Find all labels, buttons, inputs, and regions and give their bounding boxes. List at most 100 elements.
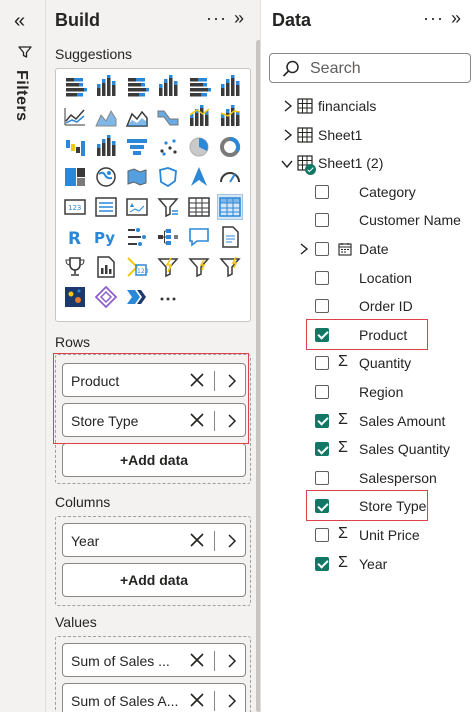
field-year[interactable]: Σ Year <box>261 551 474 577</box>
azure-map-icon[interactable] <box>187 165 211 189</box>
power-apps-icon[interactable]: 123 <box>125 255 149 279</box>
python-visual-icon[interactable]: Py <box>94 225 118 249</box>
metrics-icon[interactable] <box>187 255 211 279</box>
qa-icon[interactable] <box>187 225 211 249</box>
search-input[interactable]: Search <box>269 53 471 83</box>
stacked-column-icon[interactable] <box>94 74 118 99</box>
ribbon-icon[interactable] <box>156 105 180 129</box>
values-well[interactable]: Sum of Sales ... Sum of Sales A... <box>55 636 251 712</box>
scatter-icon[interactable] <box>156 135 180 159</box>
field-checkbox[interactable] <box>315 242 329 256</box>
remove-field-icon[interactable] <box>189 532 205 548</box>
field-checkbox[interactable] <box>315 413 329 428</box>
table-node-financials[interactable]: financials <box>261 93 474 119</box>
stacked-bar-icon[interactable] <box>63 75 87 99</box>
columns-well[interactable]: Year +Add data <box>55 516 251 606</box>
field-quantity[interactable]: Σ Quantity <box>261 350 474 376</box>
rows-add-data-button[interactable]: +Add data <box>62 443 246 477</box>
slicer-icon[interactable] <box>156 195 180 219</box>
funnel-icon[interactable] <box>125 135 149 159</box>
field-checkbox[interactable] <box>315 356 329 371</box>
pill-divider <box>214 531 215 551</box>
chevron-right-icon[interactable] <box>299 243 309 255</box>
clustered-column-icon[interactable] <box>156 74 180 99</box>
rows-highlight-box <box>53 353 249 444</box>
field-location[interactable]: Location <box>261 265 474 291</box>
line-clustered-column-icon[interactable] <box>187 104 211 129</box>
100-stacked-bar-icon[interactable] <box>187 75 211 99</box>
clustered-bar-icon[interactable] <box>125 75 149 99</box>
values-field-sum-of-sales-amount[interactable]: Sum of Sales A... <box>62 683 246 712</box>
key-influencers-icon[interactable] <box>125 225 149 249</box>
smart-narrative-icon[interactable] <box>218 225 242 249</box>
field-customer-name[interactable]: Customer Name <box>261 207 474 233</box>
table-icon[interactable] <box>187 195 211 219</box>
field-sales-quantity[interactable]: Σ Sales Quantity <box>261 436 474 462</box>
field-checkbox[interactable] <box>315 442 329 457</box>
search-icon <box>282 60 299 77</box>
values-field-sum-of-sales-quantity[interactable]: Sum of Sales ... <box>62 643 246 677</box>
area-chart-icon[interactable] <box>94 105 118 129</box>
filled-map-icon[interactable] <box>125 165 149 189</box>
pie-icon[interactable] <box>187 135 211 159</box>
multi-row-card-icon[interactable] <box>94 195 118 219</box>
matrix-icon[interactable] <box>217 194 243 220</box>
double-chevron-right-icon[interactable]: » <box>451 8 461 29</box>
field-checkbox[interactable] <box>315 270 329 285</box>
r-visual-icon[interactable]: R <box>63 225 87 249</box>
field-checkbox[interactable] <box>315 470 329 485</box>
more-options-icon[interactable]: ··· <box>206 8 227 29</box>
more-options-icon[interactable]: ··· <box>423 8 444 29</box>
double-chevron-left-icon[interactable]: « <box>14 10 25 33</box>
decomposition-tree-icon[interactable] <box>156 225 180 249</box>
field-salesperson[interactable]: Salesperson <box>261 465 474 491</box>
map-icon[interactable] <box>94 165 118 189</box>
chevron-right-icon[interactable] <box>283 100 293 112</box>
chevron-down-icon[interactable] <box>281 159 293 169</box>
field-region[interactable]: Region <box>261 379 474 405</box>
100-stacked-column-icon[interactable] <box>218 74 242 99</box>
waterfall-icon[interactable] <box>63 135 87 159</box>
arcgis-icon[interactable] <box>63 285 87 309</box>
field-category[interactable]: Category <box>261 179 474 205</box>
kpi-icon[interactable] <box>125 195 149 219</box>
shape-map-icon[interactable] <box>156 165 180 189</box>
gauge-icon[interactable] <box>218 165 242 189</box>
treemap-icon[interactable] <box>63 165 87 189</box>
field-checkbox[interactable] <box>315 299 329 314</box>
chevron-right-icon[interactable] <box>227 654 237 668</box>
field-order-id[interactable]: Order ID <box>261 293 474 319</box>
field-checkbox[interactable] <box>315 184 329 199</box>
chevron-right-icon[interactable] <box>283 129 293 141</box>
chevron-flow-icon[interactable] <box>125 285 149 309</box>
trophy-icon[interactable] <box>63 255 87 279</box>
columns-add-data-button[interactable]: +Add data <box>62 563 246 597</box>
table-node-sheet1[interactable]: Sheet1 <box>261 122 474 148</box>
filters-pane-collapsed[interactable]: « Filters <box>0 0 46 712</box>
field-sales-amount[interactable]: Σ Sales Amount <box>261 408 474 434</box>
donut-icon[interactable] <box>218 135 242 159</box>
funnel-combo-icon[interactable] <box>94 134 118 159</box>
chevron-right-icon[interactable] <box>227 694 237 708</box>
columns-field-year[interactable]: Year <box>62 523 246 557</box>
remove-field-icon[interactable] <box>189 692 205 708</box>
line-chart-icon[interactable] <box>63 105 87 129</box>
double-chevron-right-icon[interactable]: » <box>234 8 244 29</box>
field-checkbox[interactable] <box>315 385 329 399</box>
field-unit-price[interactable]: Σ Unit Price <box>261 522 474 548</box>
field-checkbox[interactable] <box>315 213 329 228</box>
line-stacked-column-icon[interactable] <box>218 104 242 129</box>
stacked-area-icon[interactable] <box>125 105 149 129</box>
paginated-report-icon[interactable] <box>94 255 118 279</box>
remove-field-icon[interactable] <box>189 652 205 668</box>
table-node-sheet1-2[interactable]: Sheet1 (2) <box>261 150 474 176</box>
power-automate-icon[interactable] <box>156 255 180 279</box>
field-checkbox[interactable] <box>315 528 329 542</box>
new-card-icon[interactable] <box>218 255 242 279</box>
chevron-right-icon[interactable] <box>227 534 237 548</box>
card-icon[interactable]: 123 <box>63 195 87 219</box>
field-checkbox[interactable] <box>315 556 329 571</box>
diamond-icon[interactable] <box>94 285 118 309</box>
field-date[interactable]: Date <box>261 236 474 262</box>
more-visuals-icon[interactable] <box>156 285 180 309</box>
